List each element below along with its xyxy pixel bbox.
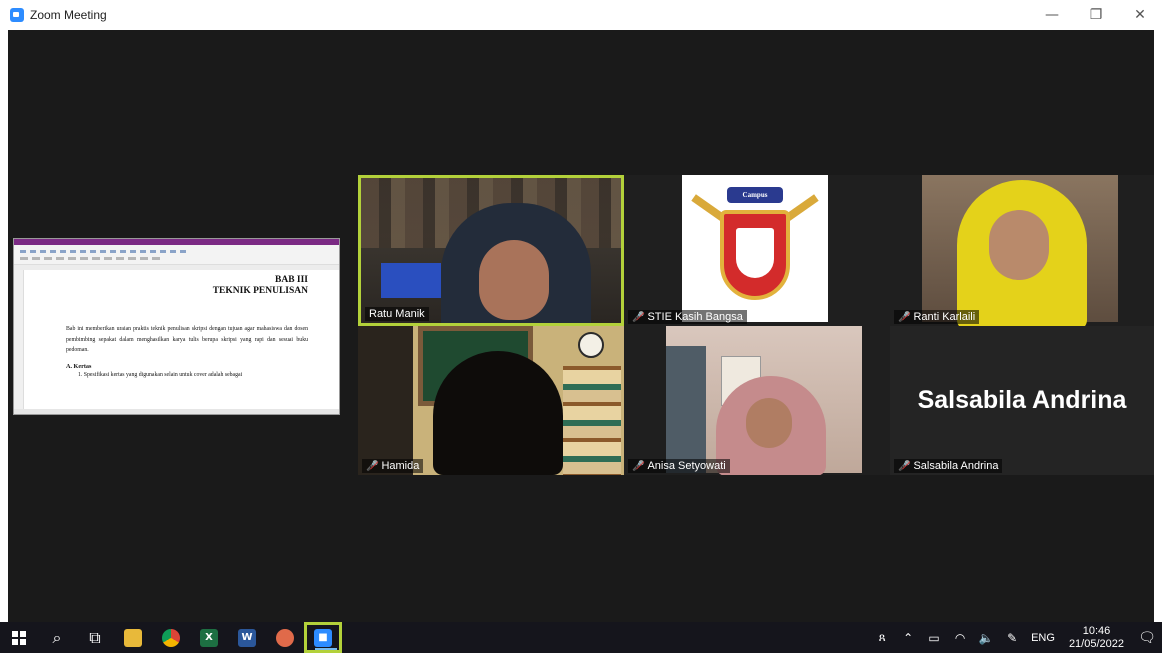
mic-muted-icon: 🎤̸ (632, 460, 645, 472)
window-title: Zoom Meeting (30, 8, 107, 22)
word-statusbar (14, 409, 339, 414)
language-indicator[interactable]: ENG (1031, 632, 1055, 644)
participant-name: Salsabila Andrina (913, 460, 999, 472)
list-item: 1. Spesifikasi kertas yang digunakan sel… (78, 371, 243, 378)
chrome-logo-icon (162, 628, 180, 647)
volume-icon[interactable]: 🔈 (973, 631, 999, 645)
video-person (433, 351, 563, 475)
logo-shield (720, 210, 790, 300)
mic-muted-icon: 🎤̸ (366, 460, 379, 472)
participant-name: Ranti Karlaili (913, 311, 976, 323)
word-sidebar (14, 270, 24, 410)
participant-name-label: 🎤̸ Anisa Setyowati (628, 459, 730, 473)
participant-name-label: 🎤̸ Ranti Karlaili (894, 310, 980, 324)
chrome-icon[interactable] (152, 622, 190, 653)
participant-video (361, 178, 621, 323)
video-object (381, 263, 441, 298)
mic-muted-icon: 🎤̸ (632, 311, 645, 323)
clock[interactable]: 10:46 21/05/2022 (1069, 625, 1124, 651)
notification-icon[interactable]: 🗨 (1132, 630, 1162, 646)
video-face (746, 398, 792, 448)
word-icon[interactable]: W (228, 622, 266, 653)
logo-banner: Campus (727, 187, 783, 203)
participant-tile-ranti-karlaili[interactable]: 🎤̸ Ranti Karlaili (890, 175, 1154, 326)
video-face (479, 240, 549, 320)
participant-tile-hamida[interactable]: 🎤̸ Hamida (358, 326, 624, 475)
mic-muted-icon: 🎤̸ (898, 311, 911, 323)
participant-name: Ratu Manik (369, 308, 425, 320)
zoom-taskbar-icon[interactable]: ■ (304, 622, 342, 653)
shared-screen-thumbnail[interactable]: BAB III TEKNIK PENULISAN Bab ini memberi… (13, 238, 340, 415)
file-explorer-icon[interactable] (114, 622, 152, 653)
document-page: BAB III TEKNIK PENULISAN Bab ini memberi… (66, 275, 308, 378)
search-icon[interactable]: ⌕ (38, 622, 76, 653)
mic-muted-icon: 🎤̸ (898, 460, 911, 472)
close-button[interactable]: ✕ (1118, 0, 1162, 30)
task-view-icon[interactable]: ⧉ (76, 622, 114, 653)
video-wall (358, 326, 413, 475)
video-off-name: Salsabila Andrina (917, 386, 1127, 414)
participant-tile-salsabila-andrina[interactable]: Salsabila Andrina 🎤̸ Salsabila Andrina (890, 326, 1154, 475)
section-heading: A. Kertas (66, 362, 92, 370)
participant-name: STIE Kasih Bangsa (647, 311, 743, 323)
participant-name-label: 🎤̸ STIE Kasih Bangsa (628, 310, 747, 324)
wifi-icon[interactable]: ◠ (947, 631, 973, 645)
participant-video (922, 175, 1118, 326)
video-clock (578, 332, 604, 358)
chapter-heading: BAB III (275, 275, 308, 285)
photos-logo-icon (276, 628, 294, 647)
excel-logo-icon: X (200, 628, 218, 647)
window-controls: — ❐ ✕ (1030, 0, 1162, 30)
participant-name-label: 🎤̸ Hamida (362, 459, 424, 473)
logo-shield-inner (736, 228, 774, 278)
word-ribbon (14, 245, 339, 265)
campus-logo: Campus (682, 175, 828, 322)
meeting-area: BAB III TEKNIK PENULISAN Bab ini memberi… (8, 30, 1154, 622)
participant-name: Hamida (381, 460, 420, 472)
participant-video (666, 326, 862, 475)
participant-name-label: 🎤̸ Salsabila Andrina (894, 459, 1003, 473)
participant-tile-anisa-setyowati[interactable]: 🎤̸ Anisa Setyowati (624, 326, 890, 475)
participant-tile-stie-kasih-bangsa[interactable]: Campus 🎤̸ STIE Kasih Bangsa (624, 175, 890, 326)
minimize-button[interactable]: — (1030, 0, 1074, 30)
video-door (666, 346, 706, 473)
chevron-up-icon[interactable]: ⌃ (895, 631, 921, 645)
windows-taskbar: ⌕ ⧉ X W ■ ጸ ⌃ ▭ ◠ 🔈 ✎ ENG 10:46 21/05/20… (0, 622, 1162, 653)
chapter-title: TEKNIK PENULISAN (212, 286, 308, 296)
system-tray: ጸ ⌃ ▭ ◠ 🔈 ✎ ENG 10:46 21/05/2022 🗨 (869, 622, 1162, 653)
word-subbar (14, 265, 339, 270)
windows-logo-icon (12, 630, 26, 645)
document-paragraph: Bab ini memberikan uraian praktis teknik… (66, 326, 308, 353)
participant-name: Anisa Setyowati (647, 460, 726, 472)
restore-button[interactable]: ❐ (1074, 0, 1118, 30)
people-icon[interactable]: ጸ (869, 630, 895, 645)
photos-icon[interactable] (266, 622, 304, 653)
pen-icon[interactable]: ✎ (999, 631, 1025, 645)
title-bar: Zoom Meeting — ❐ ✕ (0, 0, 1162, 30)
excel-icon[interactable]: X (190, 622, 228, 653)
battery-icon[interactable]: ▭ (921, 631, 947, 645)
participant-tile-ratu-manik[interactable]: Ratu Manik (358, 175, 624, 326)
zoom-logo-icon: ■ (314, 628, 332, 647)
participant-video (358, 326, 624, 475)
folder-icon (124, 628, 142, 647)
zoom-app-icon (10, 8, 24, 22)
clock-time: 10:46 (1082, 624, 1111, 637)
clock-date: 21/05/2022 (1068, 637, 1124, 650)
word-logo-icon: W (238, 628, 256, 647)
video-bookshelf (563, 366, 621, 475)
participant-name-label: Ratu Manik (365, 307, 429, 321)
start-button[interactable] (0, 622, 38, 653)
video-face (989, 210, 1049, 280)
